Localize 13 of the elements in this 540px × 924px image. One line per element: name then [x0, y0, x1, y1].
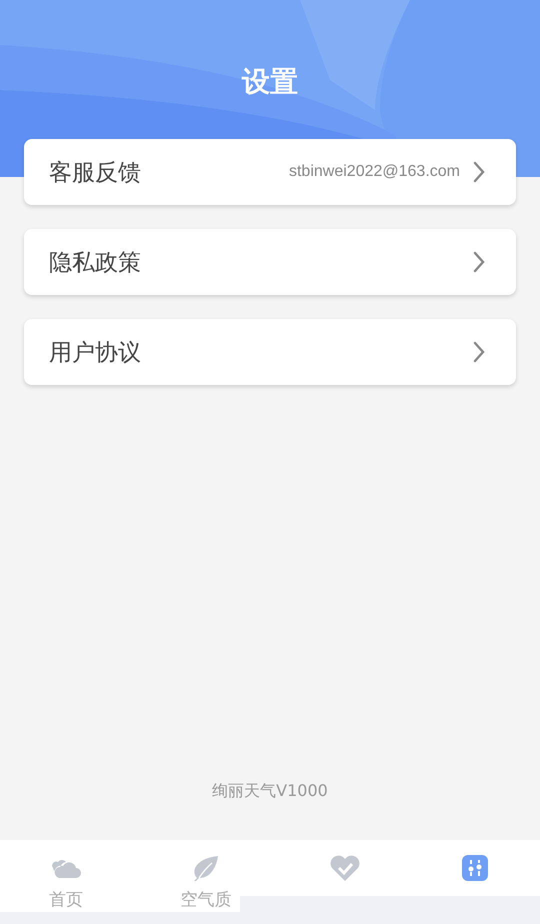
- chevron-icon: [472, 341, 486, 363]
- chevron-icon: [472, 161, 486, 183]
- version-text: 绚丽天气V1000: [211, 781, 329, 802]
- row-label: 客服反馈: [49, 158, 142, 188]
- row-value: stbinwei2022@163.com: [288, 163, 460, 181]
- chevron-icon: [472, 251, 486, 273]
- row-label: 隐私政策: [49, 248, 142, 278]
- settings-row[interactable]: 客服反馈 stbinwei2022@163.com: [24, 139, 516, 205]
- page-title: 设置: [240, 64, 299, 100]
- row-label: 用户协议: [49, 338, 142, 368]
- settings-row[interactable]: 隐私政策: [24, 229, 516, 295]
- settings-row[interactable]: 用户协议: [24, 319, 516, 385]
- heart-check-icon: [329, 854, 362, 882]
